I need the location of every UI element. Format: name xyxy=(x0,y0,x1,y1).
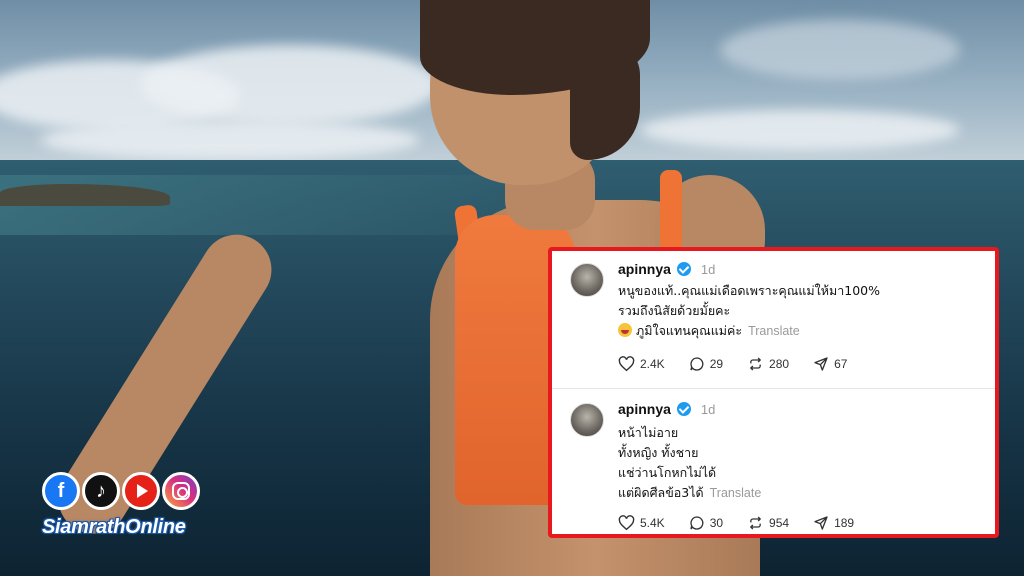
repost-icon xyxy=(749,516,762,530)
instagram-icon[interactable] xyxy=(162,472,200,510)
share-count: 67 xyxy=(834,357,848,371)
verified-badge-icon xyxy=(676,262,691,276)
timestamp: 1d xyxy=(700,401,716,417)
brand-name: SiamrathOnline xyxy=(42,516,186,538)
send-icon xyxy=(814,516,828,530)
reply-count: 30 xyxy=(709,516,724,530)
reply-button[interactable]: 30 xyxy=(689,515,723,531)
repost-button[interactable]: 280 xyxy=(747,356,789,372)
post-text-line: หนูของแท้..คุณแม่เดือดเพราะคุณแม่ให้มา10… xyxy=(618,283,881,298)
comment-post: apinnya 1d หนูของแท้..คุณแม่เดือดเพราะคุ… xyxy=(552,251,995,389)
post-text-line: หน้าไม่อาย xyxy=(618,425,679,440)
post-header: apinnya 1d xyxy=(618,261,715,277)
timestamp: 1d xyxy=(700,261,716,277)
repost-count: 954 xyxy=(769,516,790,530)
like-count: 2.4K xyxy=(640,357,665,371)
like-button[interactable]: 5.4K xyxy=(618,515,665,531)
share-button[interactable]: 189 xyxy=(813,515,854,531)
reply-button[interactable]: 29 xyxy=(689,356,723,372)
facebook-icon[interactable]: f xyxy=(42,472,80,510)
comment-icon xyxy=(690,516,704,530)
camera-icon xyxy=(172,482,190,500)
post-text-line: ภูมิใจแทนคุณแม่ค่ะ Translate xyxy=(618,321,880,341)
username[interactable]: apinnya xyxy=(618,401,671,417)
post-text-segment: แต่ผิดศีลข้อ3ได้ xyxy=(618,485,704,500)
post-actions: 2.4K 29 280 67 xyxy=(618,356,871,372)
comment-post: apinnya 1d หน้าไม่อาย ทั้งหญิง ทั้งชาย แ… xyxy=(552,389,995,534)
laughing-emoji-icon xyxy=(618,323,632,337)
top-strap xyxy=(660,170,682,250)
post-text-segment: ภูมิใจแทนคุณแม่ค่ะ xyxy=(636,323,743,338)
post-text: หนูของแท้..คุณแม่เดือดเพราะคุณแม่ให้มา10… xyxy=(618,281,880,341)
like-count: 5.4K xyxy=(640,516,665,530)
avatar[interactable] xyxy=(570,403,604,437)
social-icons: f ♪ xyxy=(42,472,212,510)
avatar[interactable] xyxy=(570,263,604,297)
post-text-line: แช่ว่านโกหกไม่ได้ xyxy=(618,465,717,480)
repost-button[interactable]: 954 xyxy=(747,515,789,531)
repost-count: 280 xyxy=(769,357,790,371)
translate-link[interactable]: Translate xyxy=(748,324,800,338)
youtube-icon[interactable] xyxy=(122,472,160,510)
post-header: apinnya 1d xyxy=(618,401,715,417)
like-button[interactable]: 2.4K xyxy=(618,356,665,372)
reply-count: 29 xyxy=(709,357,724,371)
share-button[interactable]: 67 xyxy=(813,356,847,372)
post-text-line: ทั้งหญิง ทั้งชาย xyxy=(618,445,699,460)
post-text: หน้าไม่อาย ทั้งหญิง ทั้งชาย แช่ว่านโกหกไ… xyxy=(618,423,761,503)
post-text-line: รวมถึงนิสัยด้วยมั้ยคะ xyxy=(618,303,731,318)
comments-panel: apinnya 1d หนูของแท้..คุณแม่เดือดเพราะคุ… xyxy=(548,247,999,538)
play-icon xyxy=(137,484,148,498)
send-icon xyxy=(814,357,828,371)
heart-icon xyxy=(618,356,635,372)
verified-badge-icon xyxy=(676,402,691,416)
translate-link[interactable]: Translate xyxy=(710,486,762,500)
hair xyxy=(570,40,640,160)
social-brand-badge: f ♪ SiamrathOnline xyxy=(42,472,212,548)
heart-icon xyxy=(618,515,635,531)
post-actions: 5.4K 30 954 189 xyxy=(618,515,878,531)
post-text-line: แต่ผิดศีลข้อ3ได้ Translate xyxy=(618,483,761,503)
comment-icon xyxy=(690,357,704,371)
tiktok-icon[interactable]: ♪ xyxy=(82,472,120,510)
repost-icon xyxy=(749,357,762,371)
share-count: 189 xyxy=(834,516,855,530)
username[interactable]: apinnya xyxy=(618,261,671,277)
